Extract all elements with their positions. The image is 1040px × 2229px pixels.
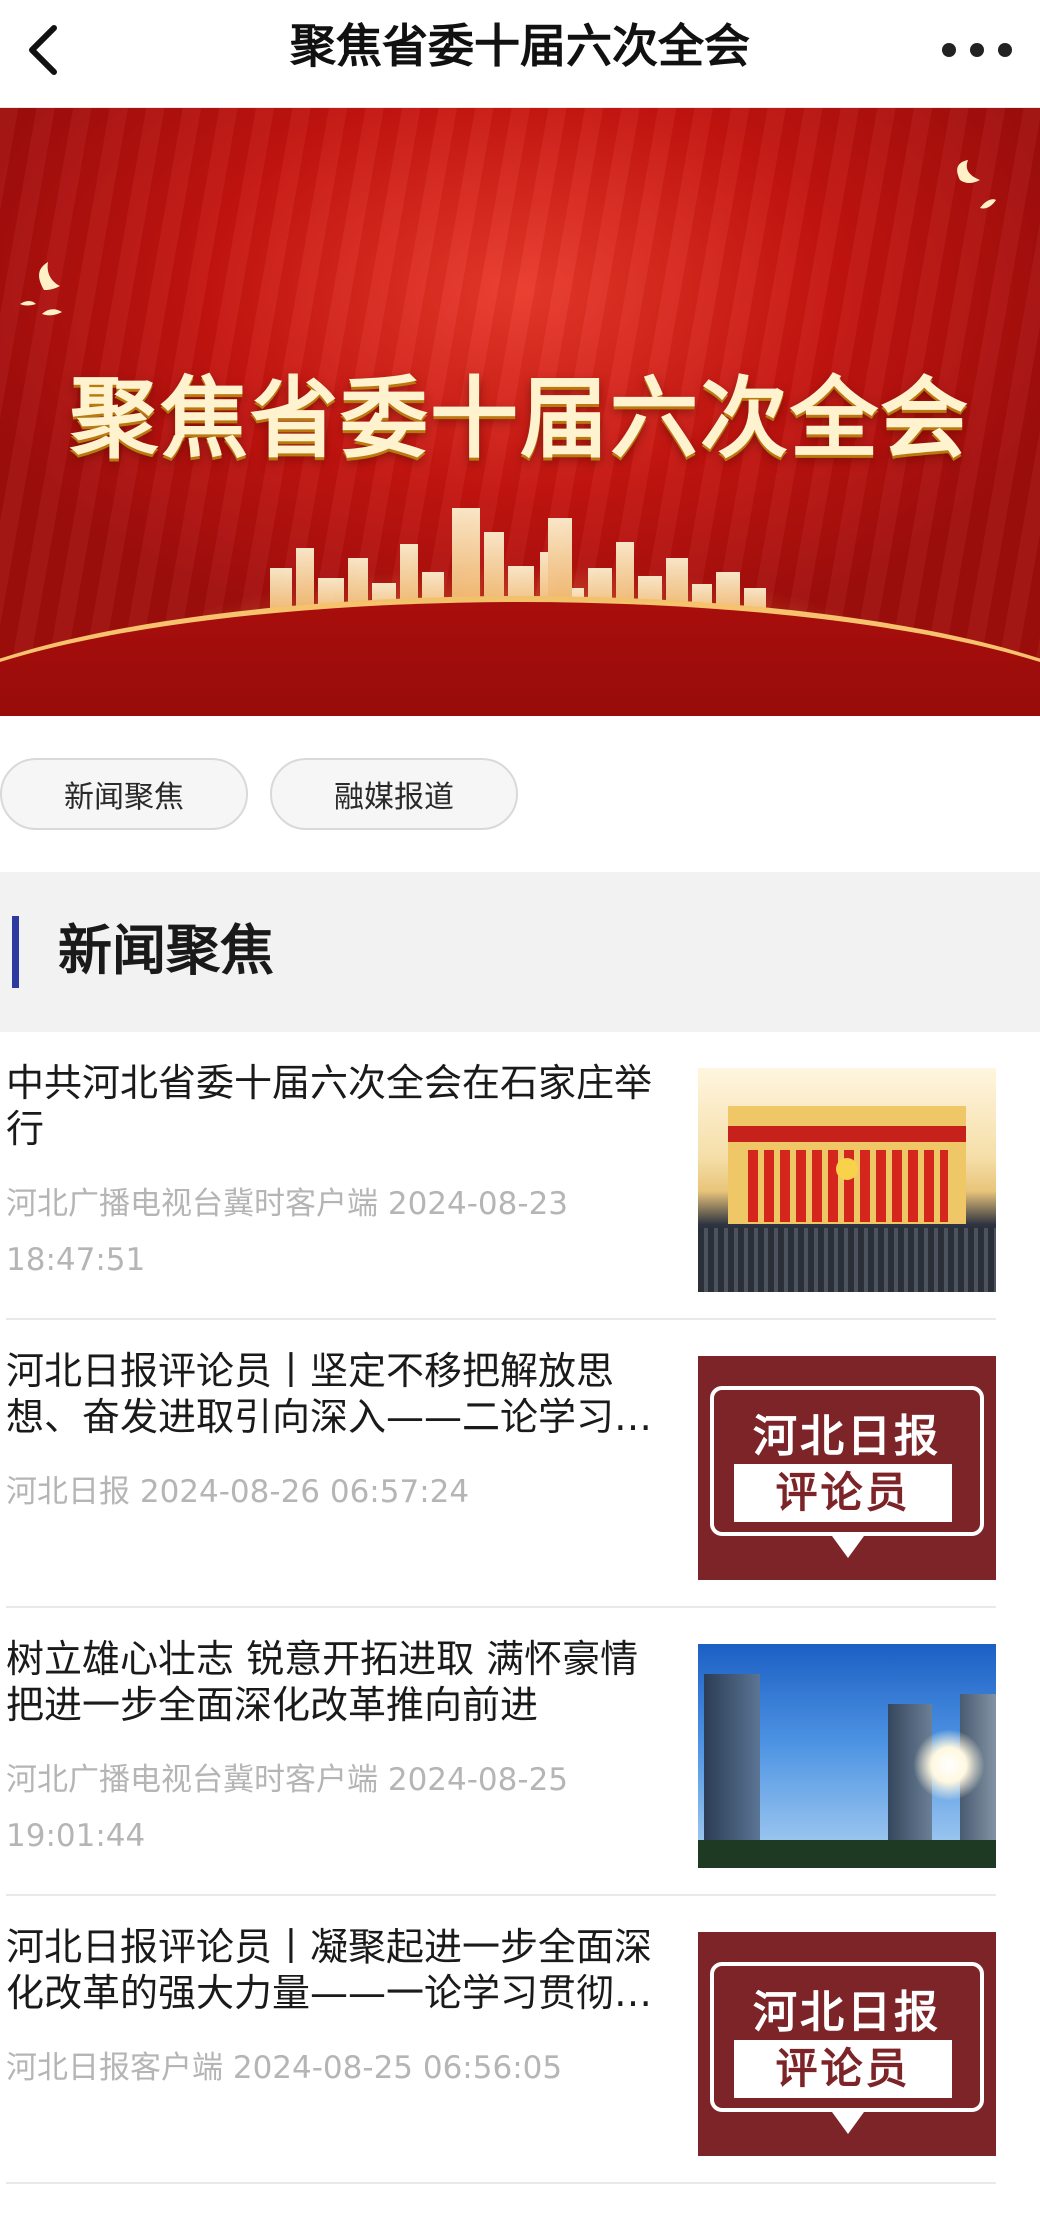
tab-media-reports[interactable]: 融媒报道: [270, 758, 518, 830]
article-item[interactable]: 河北日报评论员丨凝聚起进一步全面深化改革的强大力量——一论学习贯彻省委十届六次全…: [0, 1896, 1040, 2184]
article-meta: 河北广播电视台冀时客户端 2024-08-23 18:47:51: [6, 1186, 569, 1278]
article-item[interactable]: 树立雄心壮志 锐意开拓进取 满怀豪情把进一步全面深化改革推向前进 河北广播电视台…: [0, 1608, 1040, 1896]
article-thumbnail[interactable]: 河北日报 评论员: [698, 1932, 996, 2156]
speech-bubble-tail: [832, 2112, 864, 2134]
hero-banner: 聚焦省委十届六次全会: [0, 108, 1040, 716]
article-headline[interactable]: 河北日报评论员丨坚定不移把解放思想、奋发进取引向深入——二论学习贯彻省委十届六次…: [6, 1348, 676, 1440]
tab-bar: 新闻聚焦 融媒报道: [0, 758, 1040, 830]
dove-icon: [957, 160, 996, 209]
article-thumbnail[interactable]: [698, 1644, 996, 1868]
article-item[interactable]: 河北日报评论员丨坚定不移把解放思想、奋发进取引向深入——二论学习贯彻省委十届六次…: [0, 1320, 1040, 1608]
more-options-button[interactable]: [942, 28, 1012, 72]
section-header: 新闻聚焦: [0, 872, 1040, 1032]
article-meta: 河北日报 2024-08-26 06:57:24: [6, 1474, 470, 1510]
article-headline[interactable]: 中共河北省委十届六次全会在石家庄举行: [6, 1060, 676, 1152]
banner-title: 聚焦省委十届六次全会: [69, 366, 970, 470]
sun-icon: [914, 1730, 984, 1800]
list-divider: [6, 2182, 996, 2184]
article-meta: 河北广播电视台冀时客户端 2024-08-25 19:01:44: [6, 1762, 569, 1854]
tab-news-focus[interactable]: 新闻聚焦: [0, 758, 248, 830]
top-nav-bar: 聚焦省委十届六次全会: [0, 0, 1040, 108]
thumbnail-logo-line1: 河北日报: [753, 1411, 941, 1462]
thumbnail-logo-line1: 河北日报: [753, 1987, 941, 2038]
article-item[interactable]: 中共河北省委十届六次全会在石家庄举行 河北广播电视台冀时客户端 2024-08-…: [0, 1032, 1040, 1320]
party-emblem-icon: [836, 1158, 858, 1180]
meeting-banner-sign: [728, 1126, 966, 1142]
article-thumbnail[interactable]: 河北日报 评论员: [698, 1356, 996, 1580]
more-dots-icon: [942, 43, 956, 57]
page-title: 聚焦省委十届六次全会: [290, 19, 750, 73]
section-accent-bar: [12, 916, 19, 988]
thumbnail-logo-line2: 评论员: [734, 1464, 952, 1522]
article-headline[interactable]: 树立雄心壮志 锐意开拓进取 满怀豪情把进一步全面深化改革推向前进: [6, 1636, 676, 1728]
dove-icon: [20, 262, 62, 316]
article-meta: 河北日报客户端 2024-08-25 06:56:05: [6, 2050, 563, 2086]
article-thumbnail[interactable]: [698, 1068, 996, 1292]
speech-bubble-tail: [832, 1536, 864, 1558]
section-title: 新闻聚焦: [58, 919, 274, 982]
article-headline[interactable]: 河北日报评论员丨凝聚起进一步全面深化改革的强大力量——一论学习贯彻省委十届六次全…: [6, 1924, 676, 2016]
audience-crowd: [698, 1228, 996, 1292]
article-list: 中共河北省委十届六次全会在石家庄举行 河北广播电视台冀时客户端 2024-08-…: [0, 1032, 1040, 2184]
thumbnail-logo-line2: 评论员: [734, 2040, 952, 2098]
